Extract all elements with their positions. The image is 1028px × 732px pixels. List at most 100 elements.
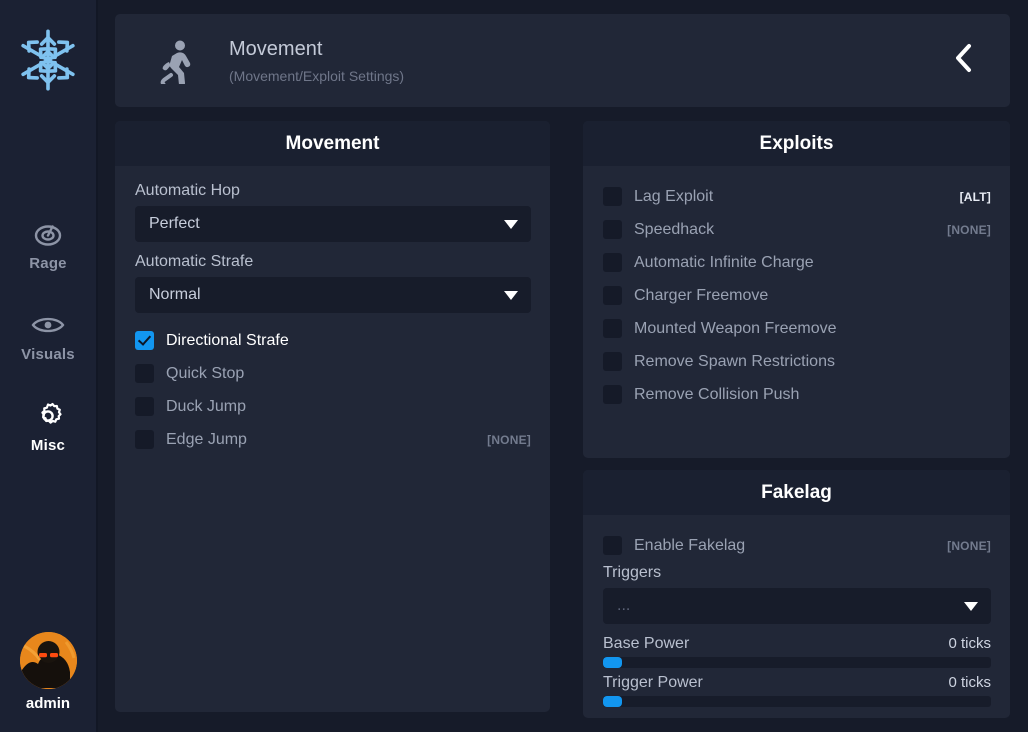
checkbox-speedhack[interactable]: Speedhack [NONE] [603, 213, 991, 246]
checkbox-mounted-weapon-freemove[interactable]: Mounted Weapon Freemove [603, 312, 991, 345]
app-root: Rage Visuals Misc admin Movement (Moveme… [0, 0, 1028, 732]
checkbox-remove-collision-push[interactable]: Remove Collision Push [603, 378, 991, 411]
exploits-panel: Exploits Lag Exploit [ALT] Speedhack [NO… [583, 121, 1010, 458]
user-profile[interactable]: admin [0, 632, 96, 712]
slider-value: 0 ticks [948, 635, 991, 652]
keybind-label[interactable]: [NONE] [487, 433, 531, 447]
slider-fill [603, 696, 623, 707]
checkbox-label: Charger Freemove [634, 286, 769, 304]
checkbox-label: Directional Strafe [166, 331, 289, 349]
checkbox-directional-strafe[interactable]: Directional Strafe [135, 324, 531, 357]
chevron-down-icon [504, 290, 518, 300]
slider-track[interactable] [603, 696, 991, 707]
sidebar-item-label: Visuals [21, 346, 75, 363]
app-logo [13, 22, 83, 102]
avatar [19, 632, 77, 689]
checkbox-enable-fakelag[interactable]: Enable Fakelag [NONE] [603, 529, 991, 562]
exploits-panel-body: Lag Exploit [ALT] Speedhack [NONE] Autom… [583, 166, 1010, 458]
fakelag-panel: Fakelag Enable Fakelag [NONE] Triggers .… [583, 470, 1010, 718]
main-content: Movement (Movement/Exploit Settings) Mov… [98, 0, 1028, 732]
sidebar: Rage Visuals Misc admin [0, 0, 98, 732]
fakelag-panel-header: Fakelag [583, 470, 1010, 515]
automatic-hop-dropdown[interactable]: Perfect [135, 206, 531, 242]
panel-columns: Movement Automatic Hop Perfect Automatic… [115, 121, 1010, 718]
slider-track[interactable] [603, 657, 991, 668]
automatic-hop-label: Automatic Hop [135, 182, 240, 199]
keybind-label[interactable]: [NONE] [947, 539, 991, 553]
slider-value: 0 ticks [948, 674, 991, 691]
checkbox-label: Lag Exploit [634, 187, 714, 205]
checkbox-edge-jump[interactable]: Edge Jump [NONE] [135, 423, 531, 456]
movement-panel-header: Movement [115, 121, 550, 166]
automatic-hop-value: Perfect [149, 215, 200, 232]
checkbox-box [135, 397, 154, 416]
slider-head: Base Power 0 ticks [603, 635, 991, 653]
checkbox-label: Remove Collision Push [634, 385, 800, 403]
slider-trigger-power[interactable]: Trigger Power 0 ticks [603, 674, 991, 707]
sidebar-item-misc[interactable]: Misc [0, 396, 96, 454]
slider-base-power[interactable]: Base Power 0 ticks [603, 635, 991, 668]
checkbox-box [603, 220, 622, 239]
automatic-strafe-value: Normal [149, 286, 201, 303]
checkbox-label: Enable Fakelag [634, 536, 746, 554]
checkbox-box [603, 187, 622, 206]
slider-label: Trigger Power [603, 674, 703, 691]
snowflake-icon [14, 26, 82, 99]
chevron-down-icon [964, 601, 978, 611]
checkbox-label: Quick Stop [166, 364, 245, 382]
slider-label: Base Power [603, 635, 690, 652]
checkbox-box [135, 430, 154, 449]
checkbox-box [603, 253, 622, 272]
exploits-panel-header: Exploits [583, 121, 1010, 166]
sidebar-item-visuals[interactable]: Visuals [0, 305, 96, 363]
right-column: Exploits Lag Exploit [ALT] Speedhack [NO… [583, 121, 1010, 718]
keybind-label[interactable]: [ALT] [960, 190, 991, 204]
checkbox-remove-spawn-restrictions[interactable]: Remove Spawn Restrictions [603, 345, 991, 378]
rage-target-icon [27, 214, 69, 254]
back-button[interactable] [944, 41, 984, 81]
page-header: Movement (Movement/Exploit Settings) [115, 14, 1010, 107]
checkbox-label: Automatic Infinite Charge [634, 253, 814, 271]
left-column: Movement Automatic Hop Perfect Automatic… [115, 121, 550, 718]
slider-head: Trigger Power 0 ticks [603, 674, 991, 692]
sidebar-nav: Rage Visuals Misc [0, 214, 96, 487]
checkbox-box [603, 319, 622, 338]
checkbox-box [603, 385, 622, 404]
chevron-left-icon [951, 42, 977, 79]
checkbox-label: Duck Jump [166, 397, 247, 415]
panel-title: Movement [285, 132, 380, 154]
slider-fill [603, 657, 623, 668]
sidebar-item-label: Rage [29, 255, 67, 272]
checkbox-charger-freemove[interactable]: Charger Freemove [603, 279, 991, 312]
chevron-down-icon [504, 219, 518, 229]
checkbox-label: Remove Spawn Restrictions [634, 352, 835, 370]
panel-title: Exploits [759, 132, 834, 154]
user-name: admin [25, 695, 71, 712]
keybind-label[interactable]: [NONE] [947, 223, 991, 237]
header-text: Movement (Movement/Exploit Settings) [229, 37, 944, 84]
page-subtitle: (Movement/Exploit Settings) [229, 68, 405, 84]
gear-icon [27, 396, 69, 436]
checkbox-quick-stop[interactable]: Quick Stop [135, 357, 531, 390]
checkbox-lag-exploit[interactable]: Lag Exploit [ALT] [603, 180, 991, 213]
checkbox-box [603, 536, 622, 555]
running-person-icon [155, 38, 201, 84]
fakelag-panel-body: Enable Fakelag [NONE] Triggers ... Base … [583, 515, 1010, 718]
checkbox-box [135, 331, 154, 350]
checkbox-automatic-infinite-charge[interactable]: Automatic Infinite Charge [603, 246, 991, 279]
checkbox-label: Edge Jump [166, 430, 247, 448]
triggers-dropdown[interactable]: ... [603, 588, 991, 624]
automatic-strafe-dropdown[interactable]: Normal [135, 277, 531, 313]
sidebar-item-label: Misc [30, 437, 66, 454]
sidebar-item-rage[interactable]: Rage [0, 214, 96, 272]
eye-icon [27, 305, 69, 345]
panel-title: Fakelag [761, 481, 832, 503]
checkbox-box [603, 286, 622, 305]
page-title: Movement [229, 38, 323, 60]
checkbox-label: Mounted Weapon Freemove [634, 319, 837, 337]
checkbox-box [135, 364, 154, 383]
movement-panel-body: Automatic Hop Perfect Automatic Strafe N… [115, 166, 550, 712]
checkbox-duck-jump[interactable]: Duck Jump [135, 390, 531, 423]
triggers-value: ... [617, 597, 631, 614]
movement-panel: Movement Automatic Hop Perfect Automatic… [115, 121, 550, 712]
